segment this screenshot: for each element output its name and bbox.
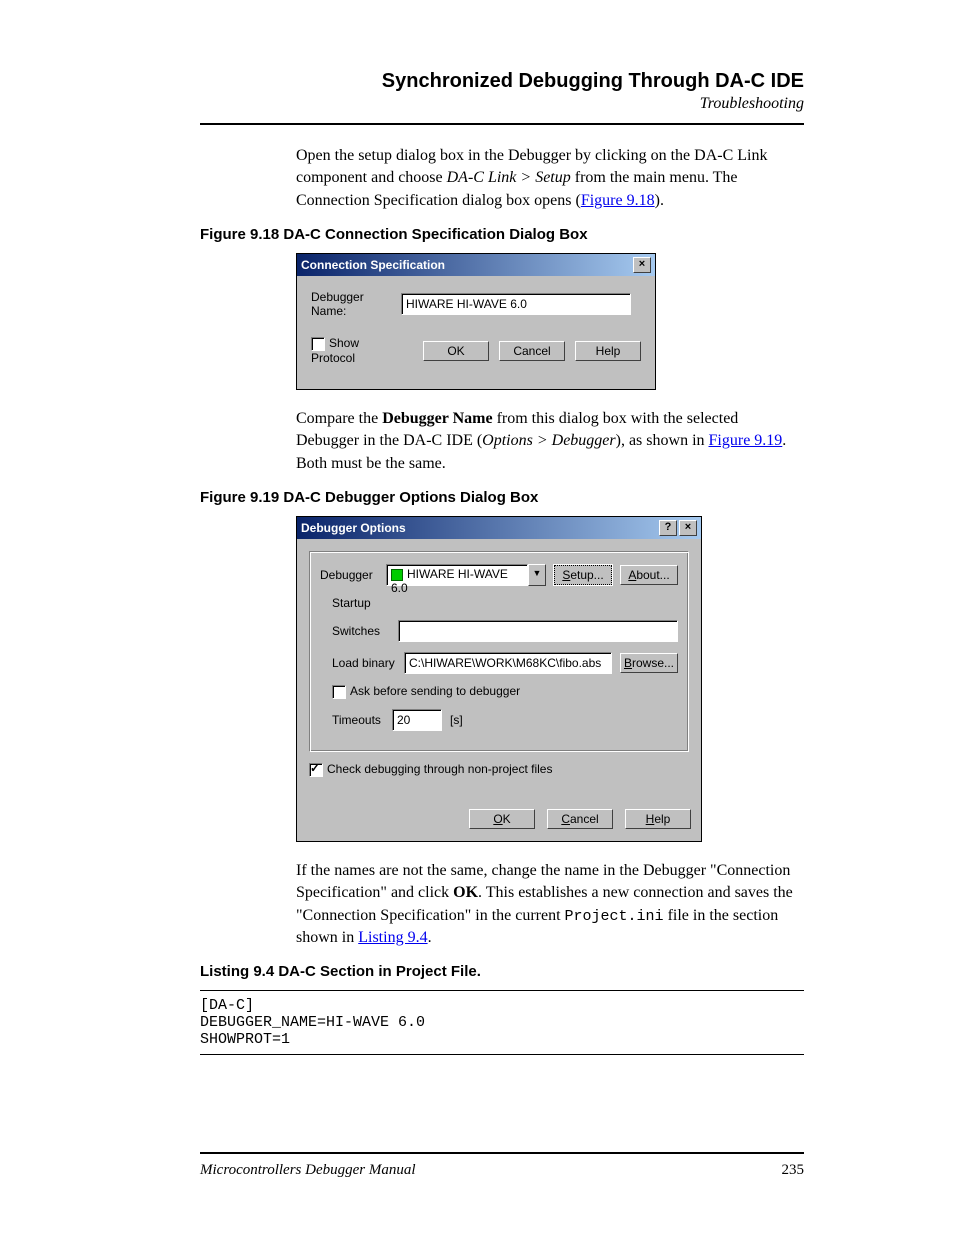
label-timeouts-unit: [s] [450,713,463,727]
footer-title: Microcontrollers Debugger Manual [200,1162,416,1179]
close-icon[interactable]: × [633,257,651,273]
dialog-debugger-options: Debugger Options ? × Debugger HIWARE HI-… [296,516,702,842]
chevron-down-icon[interactable]: ▼ [528,564,546,586]
titlebar: Connection Specification × [297,254,655,276]
page-number: 235 [782,1162,805,1179]
cancel-button[interactable]: Cancel [499,341,565,361]
debugger-name-input[interactable] [401,293,631,315]
paragraph-1: Open the setup dialog box in the Debugge… [296,145,804,212]
label-timeouts: Timeouts [332,713,384,727]
figure-918-caption: Figure 9.18 DA-C Connection Specificatio… [200,226,804,243]
dialog-connection-specification: Connection Specification × Debugger Name… [296,253,656,390]
figure-919-caption: Figure 9.19 DA-C Debugger Options Dialog… [200,489,804,506]
titlebar: Debugger Options ? × [297,517,701,539]
header-subtitle: Troubleshooting [200,95,804,113]
code-listing: [DA-C] DEBUGGER_NAME=HI-WAVE 6.0 SHOWPRO… [200,997,804,1048]
header-rule [200,123,804,125]
link-figure-918[interactable]: Figure 9.18 [581,192,655,209]
timeouts-input[interactable] [392,709,442,731]
ok-button[interactable]: OK [423,341,489,361]
switches-input[interactable] [398,620,678,642]
label-startup: Startup [332,596,390,610]
setup-button[interactable]: Setup... [554,565,612,585]
footer-rule [200,1152,804,1154]
browse-button[interactable]: Browse... [620,653,678,673]
cancel-button[interactable]: Cancel [547,809,613,829]
label-load-binary: Load binary [332,656,396,670]
label-debugger-name: Debugger Name: [311,290,401,318]
listing-94-caption: Listing 9.4 DA-C Section in Project File… [200,963,804,980]
help-icon[interactable]: ? [659,520,677,536]
help-button[interactable]: Help [625,809,691,829]
load-binary-input[interactable] [404,652,612,674]
help-button[interactable]: Help [575,341,641,361]
green-dot-icon [391,569,403,581]
show-protocol-checkbox[interactable]: Show Protocol [311,336,403,365]
link-listing-94[interactable]: Listing 9.4 [358,929,427,946]
link-figure-919[interactable]: Figure 9.19 [709,432,783,449]
paragraph-3: If the names are not the same, change th… [296,860,804,950]
about-button[interactable]: About... [620,565,678,585]
ok-button[interactable]: OK [469,809,535,829]
paragraph-2: Compare the Debugger Name from this dial… [296,408,804,475]
label-switches: Switches [332,624,390,638]
listing-rule-bottom [200,1054,804,1055]
label-debugger: Debugger [320,568,378,582]
ask-before-checkbox[interactable]: Ask before sending to debugger [332,684,520,699]
debugger-groupbox: Debugger HIWARE HI-WAVE 6.0 ▼ Setup... A… [309,551,689,752]
listing-rule-top [200,990,804,991]
check-debugging-checkbox[interactable]: Check debugging through non-project file… [309,762,552,777]
close-icon[interactable]: × [679,520,697,536]
debugger-combo[interactable]: HIWARE HI-WAVE 6.0 ▼ [386,564,546,586]
header-title: Synchronized Debugging Through DA-C IDE [200,70,804,93]
